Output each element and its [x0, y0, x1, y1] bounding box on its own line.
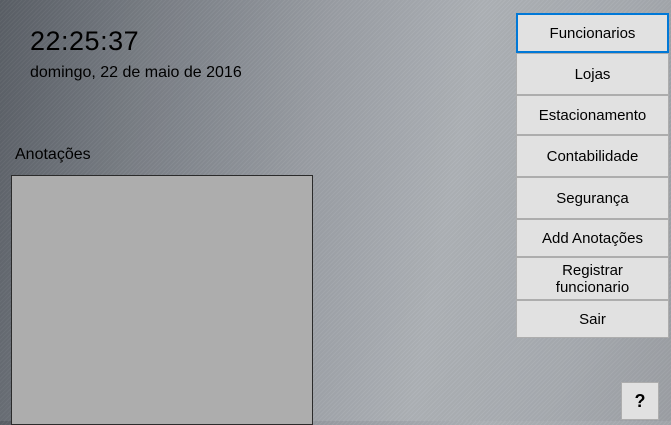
help-button[interactable]: ? — [621, 382, 659, 420]
registrar-funcionario-button[interactable]: Registrar funcionario — [516, 257, 669, 300]
sair-button[interactable]: Sair — [516, 300, 669, 338]
notes-box[interactable] — [11, 175, 313, 425]
notes-label: Anotações — [15, 146, 91, 163]
seguranca-button[interactable]: Segurança — [516, 177, 669, 219]
lojas-button[interactable]: Lojas — [516, 53, 669, 95]
add-anotacoes-button[interactable]: Add Anotações — [516, 219, 669, 257]
clock-time: 22:25:37 — [30, 26, 140, 56]
contabilidade-button[interactable]: Contabilidade — [516, 135, 669, 177]
funcionarios-button[interactable]: Funcionarios — [516, 13, 669, 53]
estacionamento-button[interactable]: Estacionamento — [516, 95, 669, 135]
clock-date: domingo, 22 de maio de 2016 — [30, 64, 242, 81]
